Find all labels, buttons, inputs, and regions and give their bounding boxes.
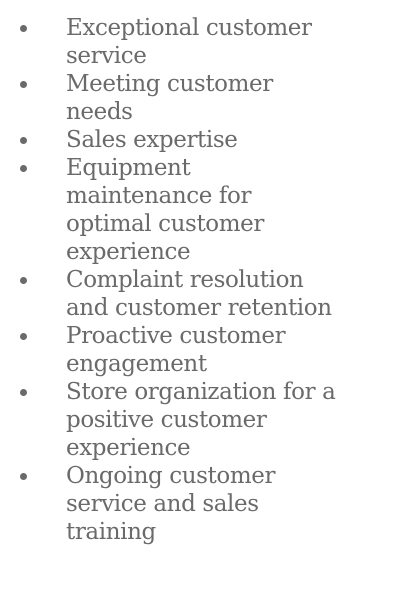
list-item-text: Complaint resolution and customer retent… (66, 267, 332, 321)
bullet-icon (20, 333, 27, 340)
list-item-text: Meeting customer needs (66, 71, 273, 125)
list-item: Sales expertise (0, 126, 406, 154)
list-item-text: Sales expertise (66, 127, 238, 153)
bullet-icon (20, 389, 27, 396)
list-item: Equipment maintenance for optimal custom… (0, 154, 406, 266)
bullet-icon (20, 81, 27, 88)
list-item: Complaint resolution and customer retent… (0, 266, 406, 322)
list-item-text: Exceptional customer service (66, 15, 312, 69)
list-item: Meeting customer needs (0, 70, 406, 126)
bullet-list: Exceptional customer service Meeting cus… (0, 14, 406, 546)
bullet-icon (20, 473, 27, 480)
list-item: Proactive customer engagement (0, 322, 406, 378)
list-item-text: Equipment maintenance for optimal custom… (66, 155, 264, 265)
bullet-icon (20, 165, 27, 172)
list-item-text: Ongoing customer service and sales train… (66, 463, 276, 545)
bullet-icon (20, 277, 27, 284)
list-item-text: Store organization for a positive custom… (66, 379, 336, 461)
list-item: Store organization for a positive custom… (0, 378, 406, 462)
bullet-icon (20, 25, 27, 32)
list-item: Ongoing customer service and sales train… (0, 462, 406, 546)
bullet-icon (20, 137, 27, 144)
list-item: Exceptional customer service (0, 14, 406, 70)
list-item-text: Proactive customer engagement (66, 323, 286, 377)
